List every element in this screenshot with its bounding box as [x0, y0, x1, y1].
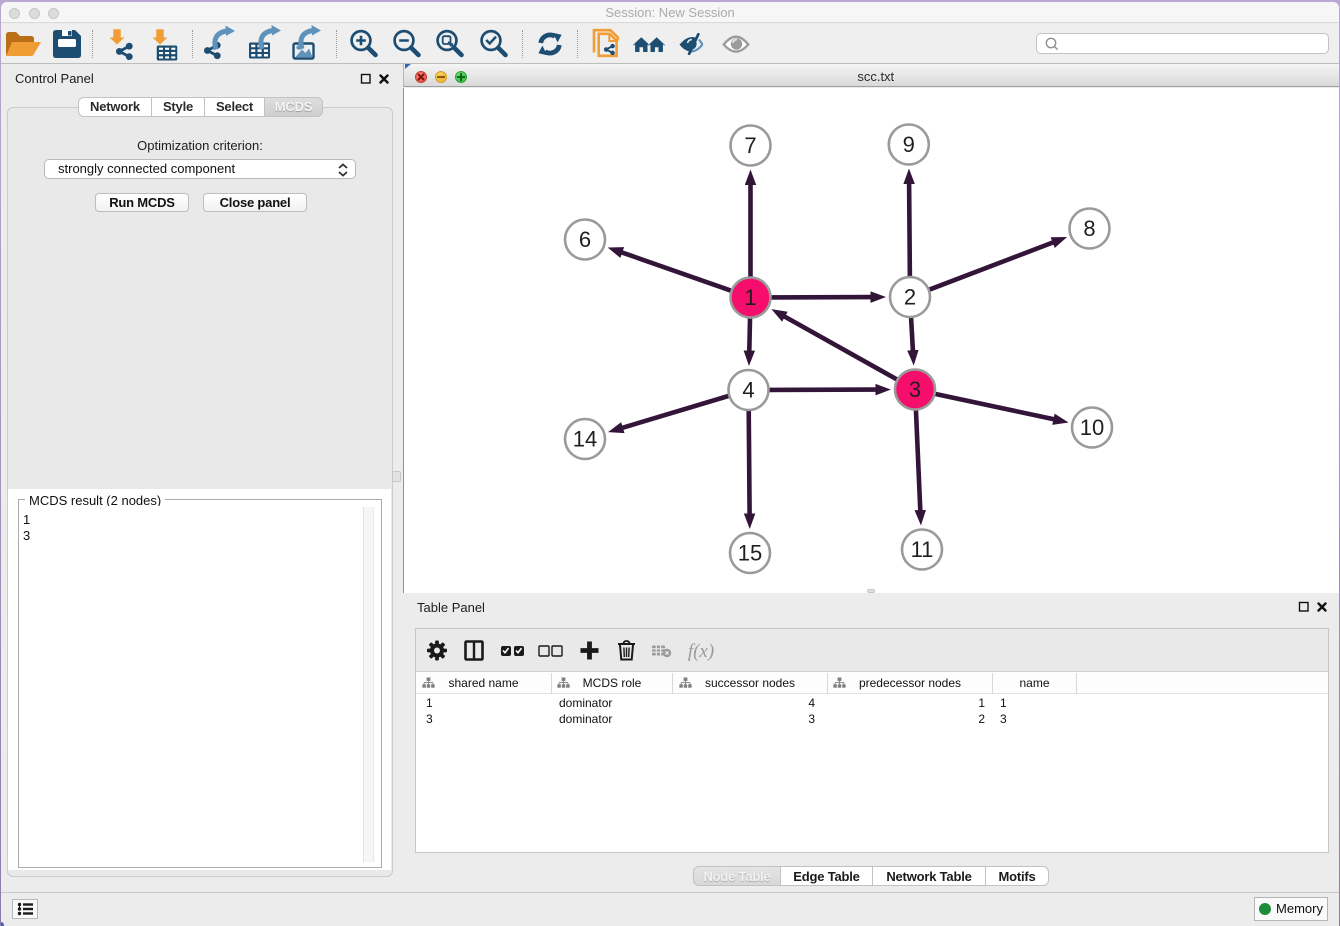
svg-text:9: 9 — [903, 132, 915, 157]
svg-text:1: 1 — [744, 285, 756, 310]
svg-text:7: 7 — [744, 133, 756, 158]
svg-text:14: 14 — [573, 427, 597, 452]
svg-text:15: 15 — [738, 541, 762, 566]
svg-text:f(x): f(x) — [688, 641, 714, 662]
svg-text:11: 11 — [911, 537, 934, 562]
svg-text:3: 3 — [909, 377, 921, 402]
svg-text:10: 10 — [1080, 415, 1104, 440]
svg-text:4: 4 — [742, 378, 754, 403]
svg-text:2: 2 — [904, 285, 916, 310]
svg-text:6: 6 — [579, 227, 591, 252]
svg-text:8: 8 — [1083, 216, 1095, 241]
